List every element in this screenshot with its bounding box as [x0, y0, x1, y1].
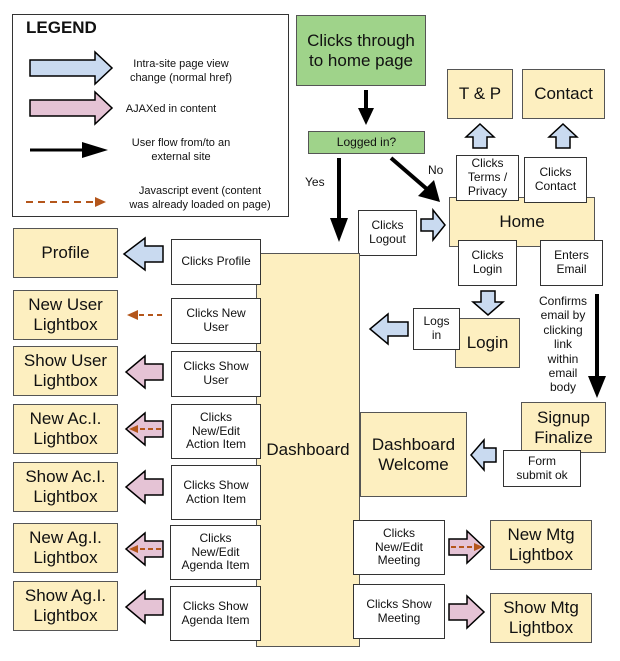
action-clicks-show-action-item[interactable]: Clicks Show Action Item	[171, 465, 261, 520]
action-clicks-new-agenda-item[interactable]: Clicks New/Edit Agenda Item	[170, 525, 261, 580]
yes-label: Yes	[305, 175, 325, 189]
page-signup-finalize[interactable]: Signup Finalize	[521, 402, 606, 453]
page-show-action-item-lightbox[interactable]: Show Ac.I. Lightbox	[13, 462, 118, 512]
page-show-agenda-item-lightbox[interactable]: Show Ag.I. Lightbox	[13, 581, 118, 631]
page-profile[interactable]: Profile	[13, 228, 118, 278]
decision-logged-in: Logged in?	[308, 131, 425, 154]
action-clicks-profile[interactable]: Clicks Profile	[171, 239, 261, 285]
page-new-action-item-lightbox[interactable]: New Ac.I. Lightbox	[13, 404, 118, 454]
arrow-to-new-agenda-item	[124, 531, 164, 567]
page-login[interactable]: Login	[455, 318, 520, 368]
arrow-to-new-meeting	[448, 529, 486, 565]
arrow-login-to-dashboard	[368, 312, 409, 346]
action-clicks-login[interactable]: Clicks Login	[458, 240, 517, 286]
arrow-to-new-user	[127, 310, 162, 320]
arrow-to-show-agenda-item	[124, 589, 164, 625]
legend-label-ajax: AJAXed in content	[125, 103, 217, 115]
no-label: No	[428, 163, 444, 177]
action-clicks-contact[interactable]: Clicks Contact	[524, 157, 587, 203]
page-show-meeting-lightbox[interactable]: Show Mtg Lightbox	[490, 593, 592, 643]
arrow-to-show-meeting	[448, 594, 486, 630]
page-dashboard-welcome[interactable]: Dashboard Welcome	[360, 412, 467, 497]
arrow-entry-to-decision	[358, 90, 374, 125]
page-dashboard[interactable]: Dashboard	[256, 253, 360, 647]
action-enters-email[interactable]: Enters Email	[540, 240, 603, 286]
action-clicks-terms[interactable]: Clicks Terms / Privacy	[456, 155, 519, 201]
arrow-down-to-login	[470, 290, 506, 316]
arrow-to-show-action-item	[124, 469, 164, 505]
page-terms-privacy[interactable]: T & P	[447, 69, 513, 119]
action-clicks-new-action-item[interactable]: Clicks New/Edit Action Item	[171, 404, 261, 459]
page-new-meeting-lightbox[interactable]: New Mtg Lightbox	[490, 520, 592, 570]
arrow-to-show-user	[124, 354, 164, 390]
legend-label-js-event: Javascript event (content was already lo…	[129, 185, 271, 211]
legend-label-intra-site: Intra-site page view change (normal href…	[129, 58, 233, 84]
action-clicks-show-user[interactable]: Clicks Show User	[171, 351, 261, 397]
arrow-to-new-action-item	[124, 411, 164, 447]
arrow-signup-to-welcome	[470, 437, 497, 473]
page-show-user-lightbox[interactable]: Show User Lightbox	[13, 346, 118, 396]
arrow-up-to-tp	[464, 122, 496, 149]
action-clicks-new-meeting[interactable]: Clicks New/Edit Meeting	[353, 520, 445, 575]
action-clicks-logout[interactable]: Clicks Logout	[358, 210, 417, 256]
page-new-agenda-item-lightbox[interactable]: New Ag.I. Lightbox	[13, 523, 118, 573]
legend-title: LEGEND	[26, 18, 97, 37]
action-form-submit-ok[interactable]: Form submit ok	[503, 450, 581, 487]
confirm-email-label: Confirms email by clicking link within e…	[538, 294, 587, 395]
arrow-yes-to-dashboard	[330, 158, 348, 242]
action-clicks-new-user[interactable]: Clicks New User	[171, 298, 261, 344]
action-logs-in[interactable]: Logs in	[413, 308, 460, 350]
legend-label-external: User flow from/to an external site	[131, 137, 231, 163]
arrow-to-profile	[122, 236, 164, 272]
arrow-up-to-contact	[547, 122, 579, 149]
page-new-user-lightbox[interactable]: New User Lightbox	[13, 290, 118, 340]
entry-clicks-through-home: Clicks through to home page	[296, 15, 426, 86]
page-contact[interactable]: Contact	[522, 69, 605, 119]
arrow-logout-to-home	[420, 207, 446, 243]
action-clicks-show-agenda-item[interactable]: Clicks Show Agenda Item	[170, 586, 261, 641]
action-clicks-show-meeting[interactable]: Clicks Show Meeting	[353, 584, 445, 639]
